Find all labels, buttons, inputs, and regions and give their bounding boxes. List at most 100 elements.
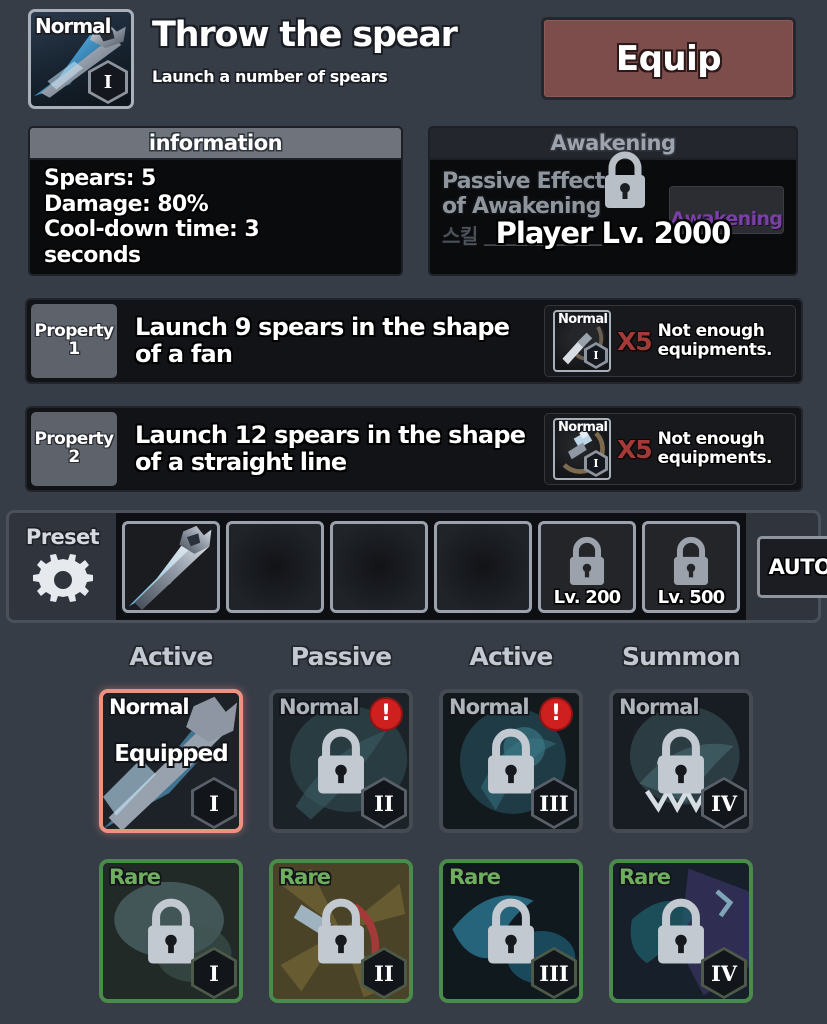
skill-icon-rarity: Normal [35,14,112,38]
skill-card-row-rare: Rare I Rare II Rare III Rare IV [86,859,786,1003]
skill-card-rarity: Normal [619,695,700,719]
property-requirement: Normal I X5 Not enough equipments. [544,413,796,485]
lock-icon [605,151,645,208]
skill-card-normal-2[interactable]: Normal ! II [269,689,413,833]
skill-card-rare-1[interactable]: Rare I [99,859,243,1003]
category-label-active-1: Active [129,642,213,671]
card-cell: Rare II [256,859,426,1003]
equip-button[interactable]: Equip [541,17,796,100]
material-level-hex: I [584,342,608,369]
skill-card-rare-4[interactable]: Rare IV [609,859,753,1003]
auto-button-label: AUTO [768,554,827,579]
skill-subtitle: Launch a number of spears [152,67,388,86]
preset-slot-5-locked[interactable]: Lv. 200 [538,520,636,613]
property-badge-number: 1 [68,339,80,359]
card-cell: Rare III [426,859,596,1003]
page-title: Throw the spear [152,15,458,55]
skill-card-level-hex: IV [701,947,747,999]
alert-icon: ! [539,697,573,731]
skill-card-level-hex: II [361,777,407,829]
material-count: X5 [617,434,653,464]
skill-card-rarity: Normal [109,695,190,719]
skill-card-rarity: Rare [449,865,501,889]
preset-bar: Preset Lv. 200 Lv. 500 AUTO [6,510,827,623]
preset-label: Preset [25,524,100,549]
skill-icon-spear: Normal I [28,9,134,109]
skill-header: Normal I Throw the spear Launch a number… [0,0,827,118]
card-cell: Rare IV [596,859,766,1003]
property-row[interactable]: Property 2 Launch 12 spears in the shape… [25,406,803,492]
preset-slot-2[interactable] [226,520,324,613]
preset-slot-3[interactable] [330,520,428,613]
skill-card-rarity: Rare [619,865,671,889]
preset-slot-1[interactable] [122,520,220,613]
card-cell: Normal ! II [256,689,426,833]
property-badge-number: 2 [68,447,80,467]
skill-card-equipped-label: Equipped [114,741,228,767]
skill-icon-level-hex: I [88,60,128,104]
preset-settings[interactable]: Preset [9,513,116,620]
gear-icon[interactable] [32,551,93,609]
preset-slot-4[interactable] [434,520,532,613]
card-cell: Normal IV [596,689,766,833]
information-panel: information Spears: 5 Damage: 80% Cool-d… [28,126,403,276]
property-description: Launch 12 spears in the shape of a strai… [135,421,526,476]
category-label-summon: Summon [621,642,741,671]
category-label-active-2: Active [469,642,553,671]
material-count: X5 [617,326,653,356]
skill-card-level-hex: I [191,777,237,829]
auto-button[interactable]: AUTO [757,535,827,598]
alert-icon: ! [369,697,403,731]
card-cell: Normal Equipped I [86,689,256,833]
auto-zone: AUTO [746,513,827,620]
property-badge: Property 1 [31,304,117,378]
material-rarity: Normal [558,420,608,435]
material-message-text: Not enough equipments. [657,429,773,468]
card-cell: Normal ! III [426,689,596,833]
category-labels: Active Passive Active Summon [86,642,786,680]
spear-bundle-material-icon: Normal I [553,418,611,480]
skill-card-level-hex: II [361,947,407,999]
information-panel-header: information [30,128,401,160]
skill-card-rare-2[interactable]: Rare II [269,859,413,1003]
skill-title-block: Throw the spear Launch a number of spear… [152,15,532,87]
skill-card-row-normal: Normal Equipped I Normal ! II Normal ! I… [86,689,786,833]
property-description: Launch 9 spears in the shape of a fan [135,313,510,368]
awakening-panel: Awakening Passive Effect of Awakening 스킬… [428,126,798,276]
category-label-passive: Passive [290,642,392,671]
skill-card-normal-3[interactable]: Normal ! III [439,689,583,833]
material-level-hex: I [584,450,608,477]
skill-card-level-hex: I [191,947,237,999]
preset-slot-lock-label: Lv. 200 [553,586,622,608]
skill-card-rarity: Rare [109,865,161,889]
skill-card-grid: Normal Equipped I Normal ! II Normal ! I… [86,689,786,1024]
skill-card-normal-4[interactable]: Normal IV [609,689,753,833]
skill-card-rare-3[interactable]: Rare III [439,859,583,1003]
lock-icon [569,536,605,585]
info-line-damage: Damage: 80% [44,191,209,217]
skill-card-rarity: Normal [449,695,530,719]
skill-detail-screen: Normal I Throw the spear Launch a number… [0,0,827,1024]
spear-skill-icon [128,525,212,610]
lock-icon [673,536,709,585]
material-rarity: Normal [558,312,608,327]
property-row[interactable]: Property 1 Launch 9 spears in the shape … [25,298,803,384]
information-panel-title: information [148,131,283,155]
information-panel-body: Spears: 5 Damage: 80% Cool-down time: 3 … [30,160,401,274]
material-message: Not enough equipments. [658,322,787,359]
awakening-requirement: Player Lv. 2000 [495,216,732,250]
info-line-cooldown-unit: seconds [44,242,141,268]
preset-slot-list: Lv. 200 Lv. 500 [116,513,746,620]
info-line-cooldown: Cool-down time: 3 [44,217,260,243]
info-line-spears: Spears: 5 [44,166,156,191]
card-cell: Rare I [86,859,256,1003]
material-message: Not enough equipments. [658,430,787,467]
property-requirement: Normal I X5 Not enough equipments. [544,305,796,377]
material-message-text: Not enough equipments. [657,321,773,360]
skill-card-normal-1[interactable]: Normal Equipped I [99,689,243,833]
preset-slot-6-locked[interactable]: Lv. 500 [642,520,740,613]
preset-slot-lock-label: Lv. 500 [657,586,726,608]
skill-card-level-hex: IV [701,777,747,829]
skill-card-level-hex: III [531,947,577,999]
property-badge: Property 2 [31,412,117,486]
